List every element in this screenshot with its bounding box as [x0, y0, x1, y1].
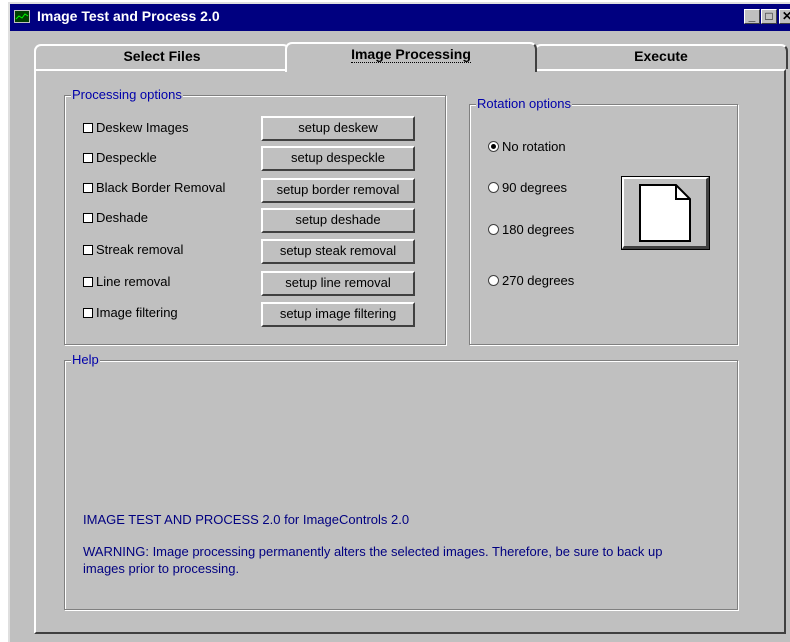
setup-streak-removal-button[interactable]: setup steak removal: [261, 239, 415, 264]
checkbox-label: Deskew Images: [96, 120, 189, 135]
radio-circle[interactable]: [488, 141, 499, 152]
title-bar[interactable]: Image Test and Process 2.0 _ □ ✕: [10, 4, 790, 31]
radio-270-degrees[interactable]: 270 degrees: [488, 273, 574, 288]
close-icon: ✕: [781, 9, 790, 23]
checkbox-deshade[interactable]: Deshade: [83, 210, 148, 225]
checkbox-label: Image filtering: [96, 305, 178, 320]
checkbox-box[interactable]: [83, 153, 93, 163]
tab-label: Image Processing: [351, 46, 471, 63]
checkbox-black-border-removal[interactable]: Black Border Removal: [83, 180, 225, 195]
setup-deskew-button[interactable]: setup deskew: [261, 116, 415, 141]
radio-circle[interactable]: [488, 224, 499, 235]
checkbox-label: Black Border Removal: [96, 180, 226, 195]
checkbox-line-removal[interactable]: Line removal: [83, 274, 170, 289]
minimize-icon: _: [748, 9, 756, 23]
checkbox-box[interactable]: [83, 183, 93, 193]
radio-label: No rotation: [502, 139, 566, 154]
radio-label: 270 degrees: [502, 273, 575, 288]
help-warning-text: WARNING: Image processing permanently al…: [83, 544, 663, 559]
tab-label: Select Files: [123, 48, 201, 64]
checkbox-deskew[interactable]: Deskew Images: [83, 120, 188, 135]
app-icon: [14, 10, 30, 23]
maximize-button[interactable]: □: [761, 9, 777, 24]
rotation-options-legend: Rotation options: [476, 96, 572, 111]
tab-label: Execute: [634, 48, 688, 64]
radio-circle[interactable]: [488, 275, 499, 286]
help-intro-text: IMAGE TEST AND PROCESS 2.0 for ImageCont…: [83, 512, 410, 527]
radio-circle[interactable]: [488, 182, 499, 193]
maximize-icon: □: [765, 9, 773, 23]
checkbox-box[interactable]: [83, 277, 93, 287]
radio-label: 90 degrees: [502, 180, 568, 195]
page-icon: [639, 184, 691, 242]
setup-despeckle-button[interactable]: setup despeckle: [261, 146, 415, 171]
checkbox-box[interactable]: [83, 213, 93, 223]
minimize-button[interactable]: _: [744, 9, 760, 24]
checkbox-box[interactable]: [83, 123, 93, 133]
processing-options-legend: Processing options: [71, 87, 183, 102]
checkbox-label: Despeckle: [96, 150, 157, 165]
window-title: Image Test and Process 2.0: [37, 8, 220, 24]
help-warning-text-cont: images prior to processing.: [83, 561, 240, 576]
checkbox-image-filtering[interactable]: Image filtering: [83, 305, 178, 320]
checkbox-streak-removal[interactable]: Streak removal: [83, 242, 183, 257]
help-legend: Help: [71, 352, 100, 367]
radio-no-rotation[interactable]: No rotation: [488, 139, 566, 154]
setup-image-filtering-button[interactable]: setup image filtering: [261, 302, 415, 327]
checkbox-label: Streak removal: [96, 242, 184, 257]
checkbox-label: Line removal: [96, 274, 171, 289]
radio-180-degrees[interactable]: 180 degrees: [488, 222, 574, 237]
setup-deshade-button[interactable]: setup deshade: [261, 208, 415, 233]
checkbox-box[interactable]: [83, 245, 93, 255]
tab-select-files[interactable]: Select Files: [34, 44, 290, 69]
close-button[interactable]: ✕: [779, 9, 790, 24]
checkbox-box[interactable]: [83, 308, 93, 318]
tab-image-processing[interactable]: Image Processing: [285, 42, 537, 72]
setup-border-removal-button[interactable]: setup border removal: [261, 178, 415, 203]
checkbox-label: Deshade: [96, 210, 149, 225]
checkbox-despeckle[interactable]: Despeckle: [83, 150, 157, 165]
rotation-preview-button[interactable]: [621, 176, 710, 250]
tab-execute[interactable]: Execute: [534, 44, 788, 69]
radio-label: 180 degrees: [502, 222, 575, 237]
setup-line-removal-button[interactable]: setup line removal: [261, 271, 415, 296]
radio-90-degrees[interactable]: 90 degrees: [488, 180, 567, 195]
